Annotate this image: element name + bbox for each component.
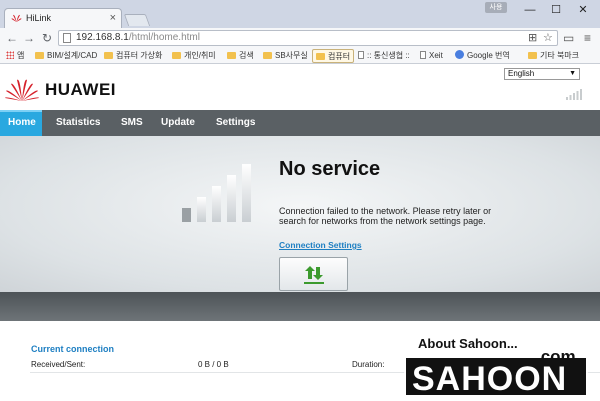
folder-icon	[104, 52, 113, 59]
bookmark-folder[interactable]: 컴퓨터	[312, 49, 355, 63]
menu-icon[interactable]: ≡	[584, 29, 591, 47]
current-connection-heading: Current connection	[31, 344, 115, 354]
language-select[interactable]: English ▼	[504, 68, 580, 80]
folder-icon	[172, 52, 181, 59]
apps-icon	[6, 51, 14, 59]
page-icon	[63, 33, 71, 43]
bookmark-page[interactable]: :: 통신생협 ::	[358, 49, 410, 63]
nav-update[interactable]: Update	[161, 110, 195, 136]
received-sent-value: 0 B / 0 B	[198, 360, 229, 369]
back-icon[interactable]: ←	[4, 29, 20, 47]
nav-statistics[interactable]: Statistics	[56, 110, 100, 136]
folder-icon	[35, 52, 44, 59]
folder-icon	[316, 53, 325, 60]
page-header: HUAWEI English ▼	[0, 64, 600, 110]
bookmark-folder[interactable]: 개인/취미	[172, 49, 216, 63]
sahoon-watermark: About Sahoon... .com SAHOON	[404, 334, 588, 396]
browser-toolbar: ← → ↻ 192.168.8.1/html/home.html ⊞ ☆ ▭ ≡	[0, 28, 600, 48]
folder-icon	[227, 52, 236, 59]
close-window-icon[interactable]: ✕	[570, 2, 596, 18]
connect-arrows-icon	[304, 266, 324, 284]
bookmark-google-translate[interactable]: Google 번역	[455, 49, 510, 63]
huawei-favicon-icon	[11, 14, 22, 22]
tab-title: HiLink	[26, 13, 52, 23]
signal-strength-icon	[566, 89, 582, 100]
dropdown-arrow-icon: ▼	[569, 70, 576, 77]
browser-tab[interactable]: HiLink ×	[4, 8, 122, 28]
duration-label: Duration:	[352, 360, 385, 369]
received-sent-label: Received/Sent:	[31, 360, 86, 369]
cast-icon[interactable]: ▭	[563, 29, 574, 47]
main-nav: Home Statistics SMS Update Settings	[0, 110, 600, 136]
profile-button[interactable]: 사용	[485, 2, 507, 13]
nav-sms[interactable]: SMS	[121, 110, 143, 136]
page-icon	[358, 51, 364, 59]
browser-titlebar: HiLink × 사용 — ☐ ✕	[0, 0, 600, 28]
address-bar[interactable]: 192.168.8.1/html/home.html ⊞ ☆	[58, 30, 558, 46]
no-signal-icon	[182, 164, 251, 222]
folder-icon	[263, 52, 272, 59]
page-icon	[420, 51, 426, 59]
bookmark-star-icon[interactable]: ☆	[543, 31, 553, 45]
new-tab-button[interactable]	[123, 14, 151, 26]
nav-settings[interactable]: Settings	[216, 110, 255, 136]
tab-close-icon[interactable]: ×	[110, 12, 116, 24]
connection-settings-link[interactable]: Connection Settings	[279, 240, 362, 250]
svg-text:About Sahoon...: About Sahoon...	[418, 336, 518, 351]
svg-text:SAHOON: SAHOON	[412, 360, 567, 396]
bookmark-folder[interactable]: SB사무실	[263, 49, 308, 63]
huawei-logo-icon	[5, 79, 39, 101]
status-message: Connection failed to the network. Please…	[279, 206, 492, 226]
nav-home[interactable]: Home	[0, 110, 42, 136]
google-icon	[455, 50, 464, 59]
connect-button[interactable]	[279, 257, 348, 291]
status-panel: No service Connection failed to the netw…	[0, 136, 600, 292]
forward-icon[interactable]: →	[21, 29, 37, 47]
hilink-page: HUAWEI English ▼ Home Statistics SMS Upd…	[0, 64, 600, 401]
divider-band	[0, 292, 600, 321]
brand-name: HUAWEI	[45, 80, 116, 99]
reload-icon[interactable]: ↻	[39, 29, 55, 47]
maximize-icon[interactable]: ☐	[543, 2, 569, 18]
bookmark-folder[interactable]: BIM/설계/CAD	[35, 49, 97, 63]
bookmark-folder[interactable]: 컴퓨터 가상화	[104, 49, 162, 63]
translate-icon[interactable]: ⊞	[528, 31, 537, 45]
bookmark-page[interactable]: Xeit	[420, 49, 443, 63]
minimize-icon[interactable]: —	[517, 2, 543, 18]
bookmark-apps[interactable]: 앱	[6, 49, 24, 63]
bookmarks-bar: 앱 BIM/설계/CAD 컴퓨터 가상화 개인/취미 검색 SB사무실 컴퓨터 …	[0, 48, 600, 64]
bookmark-folder[interactable]: 검색	[227, 49, 254, 63]
folder-icon	[528, 52, 537, 59]
bookmark-other[interactable]: 기타 북마크	[528, 49, 579, 63]
url-text: 192.168.8.1/html/home.html	[76, 32, 200, 43]
status-title: No service	[279, 158, 381, 180]
